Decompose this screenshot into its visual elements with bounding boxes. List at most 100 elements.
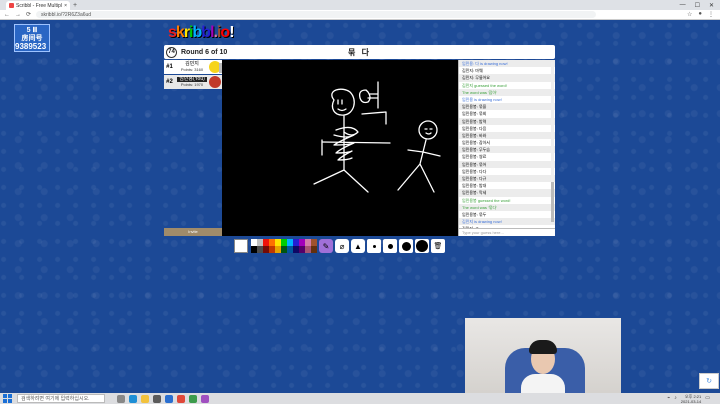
brush-tool-icon[interactable]: ✎ bbox=[319, 239, 333, 253]
reload-button[interactable]: ⟳ bbox=[26, 11, 31, 18]
guess-input[interactable]: Type your guess here... bbox=[459, 228, 555, 236]
webcam-overlay bbox=[465, 318, 621, 396]
fill-tool-icon[interactable]: ▲ bbox=[351, 239, 365, 253]
current-color-swatch bbox=[234, 239, 248, 253]
chat-message: 임민용봉: 묶회 bbox=[462, 111, 487, 117]
forward-button[interactable]: → bbox=[15, 12, 21, 18]
chat-message: 김민지 is drawing now! bbox=[459, 218, 555, 226]
task-view-icon[interactable] bbox=[117, 394, 125, 403]
sketch-stroke bbox=[331, 88, 355, 116]
chrome-icon[interactable] bbox=[177, 394, 185, 403]
logo-letter: b bbox=[201, 24, 211, 41]
color-swatch[interactable] bbox=[311, 239, 317, 246]
edge-icon[interactable] bbox=[129, 394, 137, 403]
chat-message: 임민용봉: 무두습 bbox=[459, 146, 555, 154]
brush-size-large[interactable] bbox=[399, 239, 413, 253]
chat-scrollbar[interactable] bbox=[551, 62, 554, 222]
tab-title: Scribbl - Free Multiplayer Draw bbox=[16, 2, 62, 9]
drawing-canvas[interactable] bbox=[222, 60, 458, 236]
logo-letter: k bbox=[175, 24, 185, 41]
chat-message: 임민용봉: 묶을 bbox=[459, 103, 555, 111]
chat-message: 임민용봉: 묶두 bbox=[462, 211, 487, 217]
chat-message: 임민용봉: 다음 bbox=[462, 125, 487, 131]
room-number: 9389523 bbox=[15, 42, 47, 51]
chat-message: 김민지: 마웨 bbox=[462, 68, 483, 74]
sketch-stroke bbox=[313, 169, 369, 193]
color-palette bbox=[251, 239, 317, 253]
logo-letter: s bbox=[168, 24, 177, 41]
mail-icon[interactable] bbox=[165, 394, 173, 403]
recaptcha-badge[interactable]: ↻ bbox=[699, 373, 719, 389]
invite-button[interactable]: Invite bbox=[164, 228, 222, 236]
browser-tab[interactable]: Scribbl - Free Multiplayer Draw × bbox=[6, 1, 70, 10]
brush-size-xlarge[interactable] bbox=[415, 239, 429, 253]
url-input[interactable]: skribbl.io/?2R6Z3a6ud bbox=[36, 11, 597, 18]
chat-message: 임민용봉: 밤대 bbox=[462, 183, 487, 189]
favicon-icon bbox=[9, 3, 14, 8]
streamer bbox=[521, 340, 565, 396]
logo-letter: ! bbox=[229, 24, 234, 41]
new-tab-button[interactable]: + bbox=[73, 2, 77, 9]
game-header: 74 Round 6 of 10 묶 다 bbox=[164, 45, 555, 59]
chat-message: 임민용봉: 다규 bbox=[459, 175, 555, 183]
chat-message: 임민용봉: 잡아서 bbox=[462, 140, 490, 146]
chat-message: 김민지 guessed the word! bbox=[462, 82, 507, 88]
menu-icon[interactable]: ⋮ bbox=[708, 11, 714, 18]
word-display: 묶 다 bbox=[348, 47, 371, 57]
sketch-stroke bbox=[397, 139, 441, 193]
chat-message: 임민용: 다 is drawing now! bbox=[459, 60, 555, 68]
sketch-stroke bbox=[358, 89, 371, 104]
logo-letter: o bbox=[220, 24, 230, 41]
close-window-button[interactable]: ✕ bbox=[709, 2, 714, 9]
sketch-stroke bbox=[335, 126, 359, 136]
browser-tabbar: Scribbl - Free Multiplayer Draw × + — ☐ … bbox=[0, 0, 720, 10]
app-icon[interactable] bbox=[189, 394, 197, 403]
taskbar-date: 2021-03-14 bbox=[680, 398, 702, 404]
folder-icon[interactable] bbox=[141, 394, 149, 403]
tab-close-icon[interactable]: × bbox=[64, 3, 67, 9]
back-button[interactable]: ← bbox=[4, 12, 10, 18]
player-rank: #1 bbox=[166, 64, 173, 70]
chat-message: 임민용봉: 밤력 bbox=[459, 117, 555, 125]
color-swatch[interactable] bbox=[311, 246, 317, 253]
player-avatar bbox=[209, 76, 221, 88]
address-bar: ← → ⟳ skribbl.io/?2R6Z3a6ud ☆ ● ⋮ bbox=[0, 10, 720, 20]
sketch-stroke bbox=[418, 120, 438, 140]
drawing-toolbar: ✎ ⌀ ▲ 🗑 bbox=[234, 238, 445, 254]
sketch-stroke bbox=[337, 99, 347, 112]
player-row[interactable]: #2 임민용(You) Points: 1970 bbox=[164, 75, 222, 89]
brush-size-small[interactable] bbox=[367, 239, 381, 253]
maximize-button[interactable]: ☐ bbox=[695, 2, 700, 9]
chat-message: 임민용 is drawing now! bbox=[462, 96, 502, 102]
sketch-stroke bbox=[321, 141, 391, 144]
chat-message: 임민용봉: 막세 bbox=[459, 189, 555, 197]
star-icon[interactable]: ☆ bbox=[687, 11, 692, 18]
player-points: Points: 3160 bbox=[180, 67, 204, 72]
player-row[interactable]: #1 김민지 Points: 3160 bbox=[164, 60, 224, 74]
chat-message: 임민용봉: 묶어 bbox=[459, 160, 555, 168]
drawing-svg bbox=[313, 81, 441, 193]
trash-icon[interactable]: 🗑 bbox=[431, 239, 445, 253]
store-icon[interactable] bbox=[153, 394, 161, 403]
windows-start-icon[interactable] bbox=[3, 394, 12, 403]
notification-icon[interactable]: ▭ bbox=[705, 396, 710, 401]
chat-message: 김민지: 무릎어요 bbox=[459, 74, 555, 82]
player-rank: #2 bbox=[166, 79, 173, 85]
chat-messages: 임민용: 다 is drawing now! 김민지: 마웨 김민지: 무릎어요 김민… bbox=[459, 60, 555, 233]
skribbl-logo: skribbl.io! bbox=[168, 24, 235, 42]
eraser-tool-icon[interactable]: ⌀ bbox=[335, 239, 349, 253]
chat-message: 임민용봉: 바와 bbox=[459, 131, 555, 140]
player-list: #1 김민지 Points: 3160 #2 임민용(You) Points: … bbox=[164, 60, 224, 90]
app-icon[interactable] bbox=[201, 394, 209, 403]
chat-message: The word was '묶다' bbox=[459, 203, 555, 211]
volume-icon[interactable]: ♪ bbox=[674, 396, 677, 401]
taskbar-search-input[interactable]: 검색하려면 여기에 입력하십시오. bbox=[17, 394, 105, 403]
windows-taskbar: 검색하려면 여기에 입력하십시오. ⌁ ♪ 오후 2:21 2021-03-14… bbox=[0, 393, 720, 404]
network-icon[interactable]: ⌁ bbox=[667, 396, 670, 401]
logo-letter: b bbox=[192, 24, 203, 41]
minimize-button[interactable]: — bbox=[680, 2, 686, 9]
profile-icon[interactable]: ● bbox=[698, 11, 702, 18]
chat-panel: 임민용: 다 is drawing now! 김민지: 마웨 김민지: 무릎어요 김민… bbox=[458, 60, 555, 236]
brush-size-medium[interactable] bbox=[383, 239, 397, 253]
chat-message: The word was '잡아' bbox=[459, 88, 555, 96]
